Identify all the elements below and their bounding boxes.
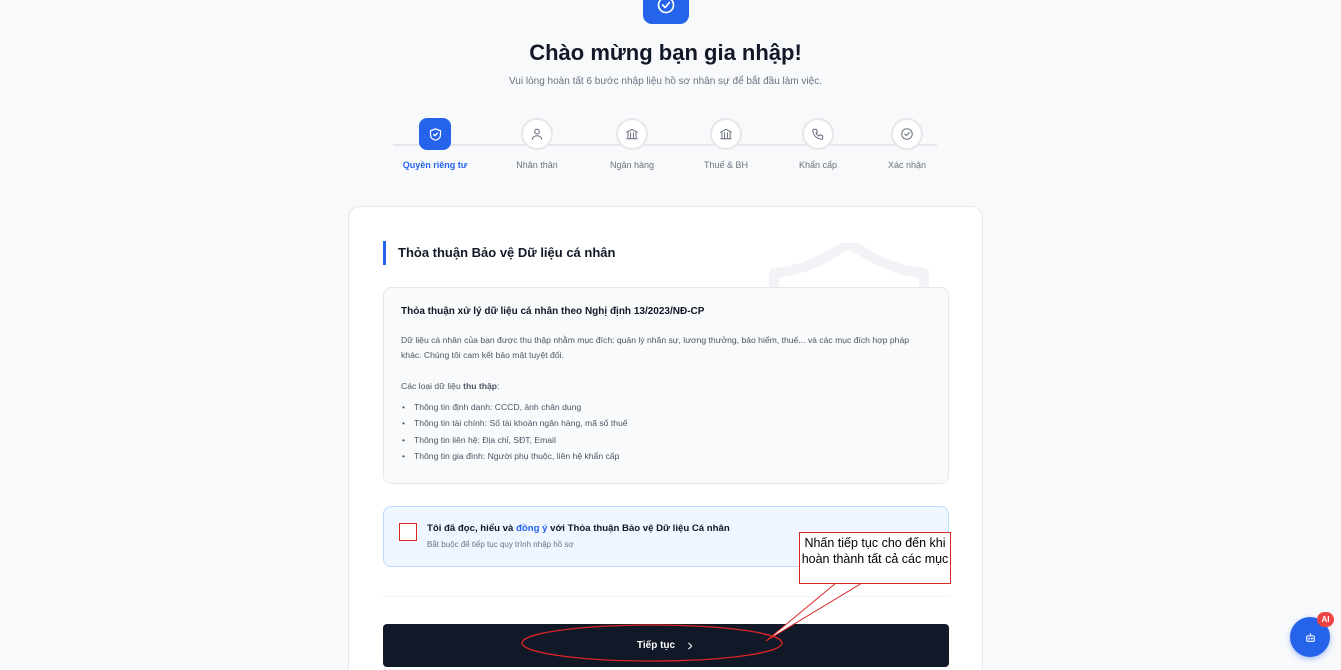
step-circle — [891, 118, 923, 150]
annotation-callout: Nhấn tiếp tục cho đến khi hoàn thành tất… — [799, 532, 951, 584]
step-label: Khẩn cấp — [798, 160, 838, 170]
ai-badge: AI — [1317, 612, 1334, 627]
step-label: Ngân hàng — [609, 160, 655, 170]
section-title: Thỏa thuận Bảo vệ Dữ liệu cá nhân — [383, 241, 615, 265]
list-item: Thông tin gia đình: Người phụ thuộc, liê… — [401, 448, 931, 465]
phone-icon — [812, 128, 824, 140]
step-circle — [521, 118, 553, 150]
step-circle — [802, 118, 834, 150]
step-privacy[interactable]: Quyền riêng tư — [390, 118, 480, 170]
chevron-right-icon — [688, 642, 693, 649]
step-label: Thuế & BH — [703, 160, 749, 170]
app-logo — [643, 0, 689, 24]
step-circle — [419, 118, 451, 150]
bot-icon — [1305, 632, 1315, 642]
page-title: Chào mừng bạn gia nhập! — [529, 40, 802, 65]
step-bank[interactable]: Ngân hàng — [587, 118, 677, 170]
consent-agree-link[interactable]: đồng ý — [516, 523, 547, 534]
list-item: Thông tin tài chính: Số tài khoản ngân h… — [401, 415, 931, 432]
continue-button[interactable]: Tiếp tục — [383, 624, 949, 667]
consent-hint: Bắt buộc để tiếp tục quy trình nhập hồ s… — [427, 540, 574, 549]
onboarding-stepper: Quyền riêng tư Nhân thân Ngân hàng Thuế … — [393, 118, 937, 178]
bank-icon — [626, 128, 638, 140]
agreement-description: Dữ liệu cá nhân của bạn được thu thập nh… — [401, 335, 910, 360]
step-circle — [710, 118, 742, 150]
agreement-heading: Thỏa thuận xử lý dữ liệu cá nhân theo Ng… — [401, 306, 705, 317]
page-subtitle: Vui lòng hoàn tất 6 bước nhập liệu hồ sơ… — [509, 76, 822, 87]
list-item: Thông tin định danh: CCCD, ảnh chân dung — [401, 399, 931, 416]
check-circle-icon — [901, 128, 913, 140]
bank-icon — [720, 128, 732, 140]
step-label: Quyền riêng tư — [402, 160, 468, 170]
continue-label: Tiếp tục — [636, 640, 676, 651]
step-emergency[interactable]: Khẩn cấp — [773, 118, 863, 170]
step-label: Nhân thân — [516, 160, 558, 170]
collected-data-title: Các loại dữ liệu thu thập: — [401, 381, 500, 391]
divider — [383, 596, 949, 597]
step-tax-insurance[interactable]: Thuế & BH — [681, 118, 771, 170]
consent-label[interactable]: Tôi đã đọc, hiểu và đồng ý với Thỏa thuậ… — [427, 523, 730, 534]
consent-checkbox[interactable] — [399, 523, 417, 541]
step-personal[interactable]: Nhân thân — [492, 118, 582, 170]
collected-data-list: Thông tin định danh: CCCD, ảnh chân dung… — [401, 399, 931, 464]
check-circle-icon — [657, 0, 675, 14]
agreement-box: Thỏa thuận xử lý dữ liệu cá nhân theo Ng… — [383, 287, 949, 484]
user-icon — [531, 128, 543, 140]
step-circle — [616, 118, 648, 150]
step-confirm[interactable]: Xác nhận — [862, 118, 952, 170]
shield-check-icon — [429, 127, 441, 141]
step-label: Xác nhận — [887, 160, 927, 170]
privacy-card: Thỏa thuận Bảo vệ Dữ liệu cá nhân Thỏa t… — [348, 206, 983, 670]
list-item: Thông tin liên hệ: Địa chỉ, SĐT, Email — [401, 432, 931, 449]
